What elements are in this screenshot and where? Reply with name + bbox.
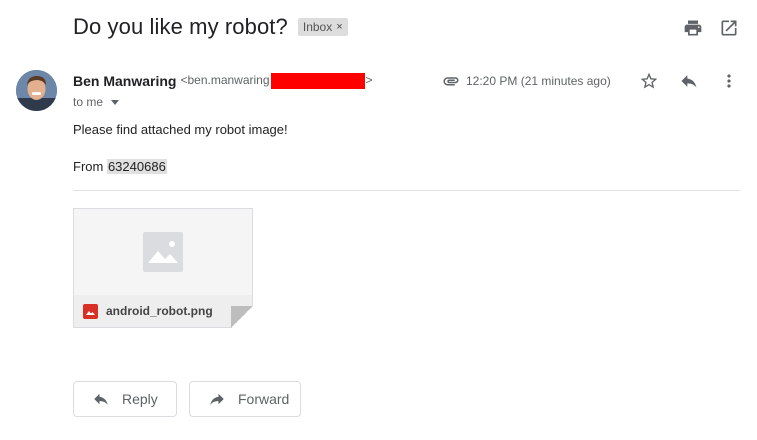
attachment-footer: android_robot.png xyxy=(74,295,252,327)
divider xyxy=(73,190,740,191)
to-line: to me xyxy=(73,95,104,109)
open-in-new-icon[interactable] xyxy=(719,18,739,38)
top-actions xyxy=(683,18,739,38)
message-meta: 12:20 PM (21 minutes ago) xyxy=(442,72,611,90)
inbox-label-chip[interactable]: Inbox × xyxy=(297,18,348,36)
email-view: Do you like my robot? Inbox × Ben Manwar… xyxy=(0,0,757,440)
subject-row: Do you like my robot? Inbox × xyxy=(73,14,348,40)
page-fold-corner xyxy=(231,306,253,328)
redaction-box xyxy=(270,73,365,89)
sender-line: Ben Manwaring <ben.manwaring > xyxy=(73,73,373,89)
forward-label: Forward xyxy=(238,391,290,407)
print-icon[interactable] xyxy=(683,18,703,38)
image-placeholder-icon xyxy=(143,232,183,272)
body-line-2: From 63240686 xyxy=(73,159,167,174)
forward-icon xyxy=(210,393,224,405)
attachment-filename: android_robot.png xyxy=(106,304,213,318)
reply-icon[interactable] xyxy=(679,71,699,91)
highlighted-number[interactable]: 63240686 xyxy=(106,159,167,174)
image-icon xyxy=(83,303,98,319)
paperclip-icon xyxy=(442,72,460,90)
reply-button[interactable]: Reply xyxy=(73,381,177,417)
reply-label: Reply xyxy=(122,391,158,407)
sender-email-prefix: <ben.manwaring xyxy=(180,73,270,88)
body-line-2-prefix: From xyxy=(73,159,107,174)
more-vert-icon[interactable] xyxy=(719,71,739,91)
recipients-toggle[interactable]: to me xyxy=(73,95,120,109)
body-line-1: Please find attached my robot image! xyxy=(73,122,288,137)
sender-name[interactable]: Ben Manwaring xyxy=(73,73,176,89)
sender-email: <ben.manwaring > xyxy=(180,73,373,89)
forward-button[interactable]: Forward xyxy=(189,381,301,417)
message-actions xyxy=(639,71,739,91)
email-subject: Do you like my robot? xyxy=(73,14,288,39)
sender-avatar[interactable] xyxy=(16,70,57,111)
remove-label-icon[interactable]: × xyxy=(336,21,342,33)
label-text: Inbox xyxy=(302,20,333,34)
star-icon[interactable] xyxy=(639,71,659,91)
reply-icon xyxy=(94,393,108,405)
attachment-card[interactable]: android_robot.png xyxy=(73,208,253,328)
attachment-preview xyxy=(74,209,252,295)
chevron-down-icon xyxy=(111,99,120,105)
message-time: 12:20 PM (21 minutes ago) xyxy=(466,74,611,88)
sender-email-suffix: > xyxy=(365,73,373,88)
